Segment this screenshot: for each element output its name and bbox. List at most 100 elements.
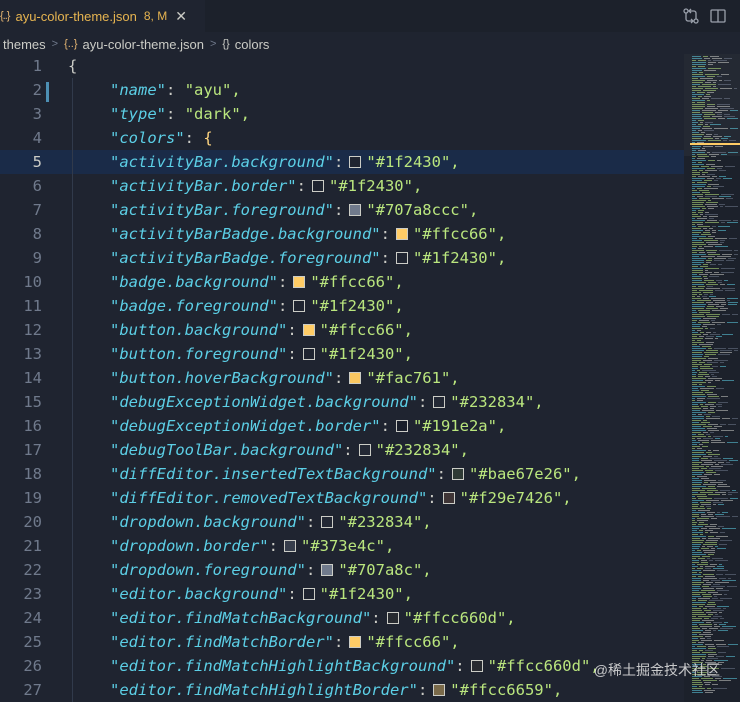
code-line[interactable]: 20 "dropdown.background": "#232834", xyxy=(0,510,684,534)
object-icon: {} xyxy=(222,38,230,50)
minimap-line xyxy=(692,576,696,577)
code-line[interactable]: 9 "activityBarBadge.foreground": "#1f2430"… xyxy=(0,246,684,270)
tab-ayu-color-theme[interactable]: {..} ayu-color-theme.json 8, M ✕ xyxy=(0,0,205,32)
code-editor[interactable]: 1{2 "name": "ayu", 3 "type": "dark", 4 "color… xyxy=(0,54,684,702)
minimap-line xyxy=(692,646,695,647)
minimap-line xyxy=(705,222,719,223)
minimap-line xyxy=(701,458,708,459)
json-file-icon: {..} xyxy=(64,38,78,50)
color-swatch[interactable] xyxy=(470,660,483,672)
code-line[interactable]: 21 "dropdown.border": "#373e4c", xyxy=(0,534,684,558)
minimap-line xyxy=(692,300,695,301)
color-swatch[interactable] xyxy=(358,444,371,456)
json-value: "#232834", xyxy=(338,513,432,531)
minimap-slider[interactable] xyxy=(684,54,740,156)
code-line[interactable]: 10 "badge.background": "#ffcc66", xyxy=(0,270,684,294)
code-line[interactable]: 26 "editor.findMatchHighlightBackground":… xyxy=(0,654,684,678)
minimap-line xyxy=(692,644,703,645)
code-line[interactable]: 19 "diffEditor.removedTextBackground": "#f… xyxy=(0,486,684,510)
minimap-line xyxy=(728,578,731,579)
code-line[interactable]: 25 "editor.findMatchBorder": "#ffcc66", xyxy=(0,630,684,654)
indent-guide xyxy=(72,558,73,582)
color-swatch[interactable] xyxy=(311,180,324,192)
minimap-line xyxy=(706,500,719,501)
close-icon[interactable]: ✕ xyxy=(175,8,187,25)
color-swatch[interactable] xyxy=(442,492,455,504)
color-swatch[interactable] xyxy=(451,468,464,480)
color-swatch[interactable] xyxy=(283,540,296,552)
code-line[interactable]: 7 "activityBar.foreground": "#707a8ccc", xyxy=(0,198,684,222)
color-swatch[interactable] xyxy=(349,156,362,168)
code-content: "activityBar.border": "#1f2430", xyxy=(110,174,422,198)
minimap-line xyxy=(723,458,733,459)
minimap-line xyxy=(692,556,700,557)
minimap-line xyxy=(704,180,712,181)
code-line[interactable]: 22 "dropdown.foreground": "#707a8c", xyxy=(0,558,684,582)
git-compare-icon[interactable] xyxy=(682,7,700,25)
breadcrumb-item-file[interactable]: ayu-color-theme.json xyxy=(83,37,204,52)
colon: : xyxy=(380,225,390,243)
split-editor-icon[interactable] xyxy=(709,7,727,25)
code-line[interactable]: 18 "diffEditor.insertedTextBackground": "#… xyxy=(0,462,684,486)
color-swatch[interactable] xyxy=(349,372,362,384)
code-line[interactable]: 11 "badge.foreground": "#1f2430", xyxy=(0,294,684,318)
minimap-line xyxy=(714,426,722,427)
color-swatch[interactable] xyxy=(302,348,315,360)
color-swatch[interactable] xyxy=(321,516,334,528)
code-line[interactable]: 23 "editor.background": "#1f2430", xyxy=(0,582,684,606)
code-line[interactable]: 6 "activityBar.border": "#1f2430", xyxy=(0,174,684,198)
breadcrumb-item-colors[interactable]: colors xyxy=(235,37,270,52)
code-content: "diffEditor.insertedTextBackground": "#ba… xyxy=(110,462,581,486)
code-line[interactable]: 13 "button.foreground": "#1f2430", xyxy=(0,342,684,366)
breadcrumb-item-themes[interactable]: themes xyxy=(3,37,46,52)
color-swatch[interactable] xyxy=(395,252,408,264)
color-swatch[interactable] xyxy=(349,636,362,648)
code-line[interactable]: 3 "type": "dark", xyxy=(0,102,684,126)
code-line[interactable]: 24 "editor.findMatchBackground": "#ffcc660… xyxy=(0,606,684,630)
color-swatch[interactable] xyxy=(321,564,334,576)
minimap-line xyxy=(692,596,701,597)
minimap-line xyxy=(712,198,724,199)
minimap-line xyxy=(720,618,724,619)
code-line[interactable]: 16 "debugExceptionWidget.border": "#191e2a… xyxy=(0,414,684,438)
minimap-line xyxy=(721,430,734,431)
minimap-line xyxy=(701,478,709,479)
minimap-line xyxy=(704,682,711,683)
colon: : xyxy=(417,393,428,411)
minimap-line xyxy=(708,450,711,451)
code-line[interactable]: 14 "button.hoverBackground": "#fac761", xyxy=(0,366,684,390)
color-swatch[interactable] xyxy=(293,300,306,312)
minimap-cursor-marker xyxy=(690,143,740,145)
minimap-line xyxy=(692,350,704,351)
minimap-line xyxy=(715,464,719,465)
minimap-line xyxy=(692,514,699,515)
color-swatch[interactable] xyxy=(395,420,408,432)
json-value: "#ffcc66", xyxy=(310,273,404,291)
code-line[interactable]: 8 "activityBarBadge.background": "#ffcc66"… xyxy=(0,222,684,246)
code-line[interactable]: 4 "colors": { xyxy=(0,126,684,150)
color-swatch[interactable] xyxy=(433,684,446,696)
color-swatch[interactable] xyxy=(302,588,315,600)
code-line[interactable]: 27 "editor.findMatchHighlightBorder": "#ff… xyxy=(0,678,684,702)
code-content: { xyxy=(68,54,77,78)
minimap-line xyxy=(706,242,718,243)
minimap-line xyxy=(705,392,713,393)
code-line[interactable]: 5 "activityBar.background": "#1f2430", xyxy=(0,150,684,174)
code-line[interactable]: 12 "button.background": "#ffcc66", xyxy=(0,318,684,342)
code-line[interactable]: 17 "debugToolBar.background": "#232834", xyxy=(0,438,684,462)
color-swatch[interactable] xyxy=(395,228,408,240)
minimap-line xyxy=(703,632,711,633)
color-swatch[interactable] xyxy=(349,204,362,216)
minimap-line xyxy=(692,466,704,467)
code-line[interactable]: 1{ xyxy=(0,54,684,78)
color-swatch[interactable] xyxy=(433,396,446,408)
code-line[interactable]: 15 "debugExceptionWidget.background": "#23… xyxy=(0,390,684,414)
minimap-line xyxy=(717,256,731,257)
color-swatch[interactable] xyxy=(293,276,306,288)
code-line[interactable]: 2 "name": "ayu", xyxy=(0,78,684,102)
minimap-line xyxy=(698,310,710,311)
color-swatch[interactable] xyxy=(302,324,315,336)
minimap-line xyxy=(692,558,696,559)
minimap-line xyxy=(708,378,722,379)
color-swatch[interactable] xyxy=(386,612,399,624)
